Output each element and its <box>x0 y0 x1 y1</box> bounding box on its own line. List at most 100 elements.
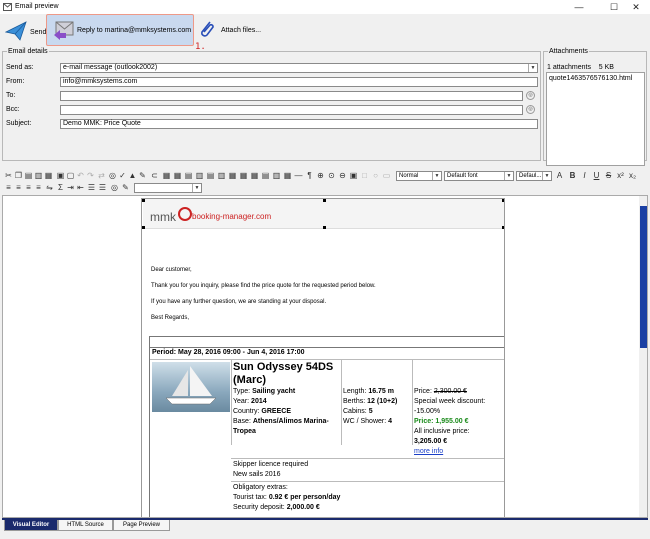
paint-icon[interactable]: ✎ <box>138 171 147 180</box>
tab-html-source[interactable]: HTML Source <box>58 520 113 531</box>
resize-handle[interactable] <box>323 199 326 202</box>
select-all-icon[interactable]: ▢ <box>66 171 75 180</box>
resize-handle[interactable] <box>502 199 504 202</box>
email-body[interactable]: mmk booking-manager.com Dear customer, T… <box>141 198 505 517</box>
editor-tabs: Visual Editor HTML Source Page Preview <box>0 518 650 539</box>
table-borders-icon[interactable]: ▦ <box>283 171 292 180</box>
split-cells-icon[interactable]: ▦ <box>239 171 248 180</box>
checkbox-icon[interactable]: □ <box>360 171 369 180</box>
zoom-in-icon[interactable]: ⊕ <box>316 171 325 180</box>
resize-handle[interactable] <box>323 226 326 229</box>
spellcheck-icon[interactable]: ✓ <box>118 171 127 180</box>
radio-icon[interactable]: ○ <box>371 171 380 180</box>
send-as-select[interactable]: e-mail message (outlook2002) ▼ <box>60 63 538 73</box>
editor-toolbar-row1: ✂ ❐ ▤ ▥ ▦ ▣ ▢ ↶ ↷ ⇄ ◎ ✓ ▲ ✎ ⊂ ▦ ▦ ▤ ▥ ▤ … <box>0 170 650 182</box>
subscript-icon[interactable]: x₂ <box>628 171 637 180</box>
align-center-icon[interactable]: ≡ <box>14 183 23 192</box>
chevron-down-icon: ▼ <box>504 172 513 180</box>
outdent-icon[interactable]: ⇤ <box>76 183 85 192</box>
resize-handle[interactable] <box>502 226 504 229</box>
paste-word-icon[interactable]: ▦ <box>44 171 53 180</box>
visual-editor-area[interactable]: mmk booking-manager.com Dear customer, T… <box>2 195 648 518</box>
more-info-link[interactable]: more info <box>414 447 443 457</box>
insert-row-icon[interactable]: ▤ <box>184 171 193 180</box>
tab-visual-editor[interactable]: Visual Editor <box>4 520 58 531</box>
highlight-icon[interactable]: ◎ <box>110 183 119 192</box>
bcc-field[interactable] <box>60 105 523 115</box>
strikethrough-icon[interactable]: S <box>604 171 613 180</box>
sigma-icon[interactable]: Σ <box>56 183 65 192</box>
all-inclusive-value: 3,205.00 € <box>414 438 448 445</box>
text-direction-icon[interactable]: ⇋ <box>45 183 54 192</box>
numbered-list-icon[interactable]: ☰ <box>87 183 96 192</box>
zoom-icon[interactable]: ⊙ <box>327 171 336 180</box>
bold-icon[interactable]: B <box>568 171 577 180</box>
from-field[interactable]: info@mmksystems.com <box>60 77 538 87</box>
yacht-photo <box>152 362 230 412</box>
attachments-count: 1 attachments <box>547 64 591 71</box>
pilcrow-icon[interactable]: ¶ <box>305 171 314 180</box>
binoculars-icon[interactable]: ◎ <box>108 171 117 180</box>
close-button[interactable]: ✕ <box>622 0 650 14</box>
year-label: Year: <box>233 398 250 405</box>
form-icon[interactable]: ▣ <box>349 171 358 180</box>
cut-icon[interactable]: ✂ <box>4 171 13 180</box>
replace-icon[interactable]: ⇄ <box>97 171 106 180</box>
reply-button[interactable]: Reply to martina@mmksystems.com <box>46 14 194 46</box>
align-left-icon[interactable]: ≡ <box>4 183 13 192</box>
minimize-button[interactable]: — <box>565 0 593 14</box>
table-icon[interactable]: ▦ <box>162 171 171 180</box>
italic-icon[interactable]: I <box>580 171 589 180</box>
superscript-icon[interactable]: x² <box>616 171 625 180</box>
link-icon[interactable]: ⊂ <box>150 171 159 180</box>
style-select[interactable]: Normal ▼ <box>396 171 442 181</box>
vertical-scrollbar[interactable] <box>639 196 647 517</box>
align-right-icon[interactable]: ≡ <box>24 183 33 192</box>
cabins-value: 5 <box>368 408 373 415</box>
insert-col-icon[interactable]: ▥ <box>195 171 204 180</box>
address-book-icon[interactable]: ◎ <box>526 91 535 100</box>
bullet-list-icon[interactable]: ☰ <box>98 183 107 192</box>
redo-icon[interactable]: ↷ <box>86 171 95 180</box>
attachment-item[interactable]: quote1463576576130.html <box>549 75 632 82</box>
new-sails-note: New sails 2016 <box>233 471 281 478</box>
align-justify-icon[interactable]: ≡ <box>34 183 43 192</box>
send-button[interactable]: Send <box>2 16 46 48</box>
paste-icon[interactable]: ▤ <box>24 171 33 180</box>
undo-icon[interactable]: ↶ <box>76 171 85 180</box>
button-icon[interactable]: ▭ <box>382 171 391 180</box>
font-select[interactable]: Default font ▼ <box>444 171 514 181</box>
resize-handle[interactable] <box>142 226 145 229</box>
delete-col-icon[interactable]: ▥ <box>217 171 226 180</box>
to-field[interactable] <box>60 91 523 101</box>
merge-cells-icon[interactable]: ▦ <box>228 171 237 180</box>
tab-page-preview[interactable]: Page Preview <box>113 520 170 531</box>
scroll-thumb[interactable] <box>640 206 647 348</box>
column-props-icon[interactable]: ▥ <box>272 171 281 180</box>
country-label: Country: <box>233 408 260 415</box>
email-details-legend: Email details <box>8 48 48 55</box>
row-props-icon[interactable]: ▤ <box>261 171 270 180</box>
underline-icon[interactable]: U <box>592 171 601 180</box>
image-icon[interactable]: ▲ <box>128 171 137 180</box>
pencil-icon[interactable]: ✎ <box>121 183 130 192</box>
copy-icon[interactable]: ❐ <box>14 171 23 180</box>
resize-handle[interactable] <box>142 199 145 202</box>
indent-icon[interactable]: ⇥ <box>66 183 75 192</box>
window-title: Email preview <box>15 3 59 10</box>
paste-text-icon[interactable]: ▥ <box>34 171 43 180</box>
attachments-list[interactable]: quote1463576576130.html <box>546 72 645 166</box>
font-size-select[interactable]: Defaul... ▼ <box>516 171 552 181</box>
font-color-icon[interactable]: A <box>555 171 564 180</box>
delete-row-icon[interactable]: ▤ <box>206 171 215 180</box>
find-icon[interactable]: ▣ <box>56 171 65 180</box>
cell-props-icon[interactable]: ▦ <box>250 171 259 180</box>
block-format-select[interactable]: ▼ <box>134 183 202 193</box>
subject-field[interactable]: Demo MMK: Price Quote <box>60 119 538 129</box>
zoom-out-icon[interactable]: ⊖ <box>338 171 347 180</box>
address-book-icon[interactable]: ◎ <box>526 105 535 114</box>
hr-icon[interactable]: — <box>294 171 303 180</box>
table-props-icon[interactable]: ▦ <box>173 171 182 180</box>
price-old: 2,300.00 € <box>433 388 467 395</box>
attach-files-button[interactable]: Attach files... <box>196 16 266 46</box>
